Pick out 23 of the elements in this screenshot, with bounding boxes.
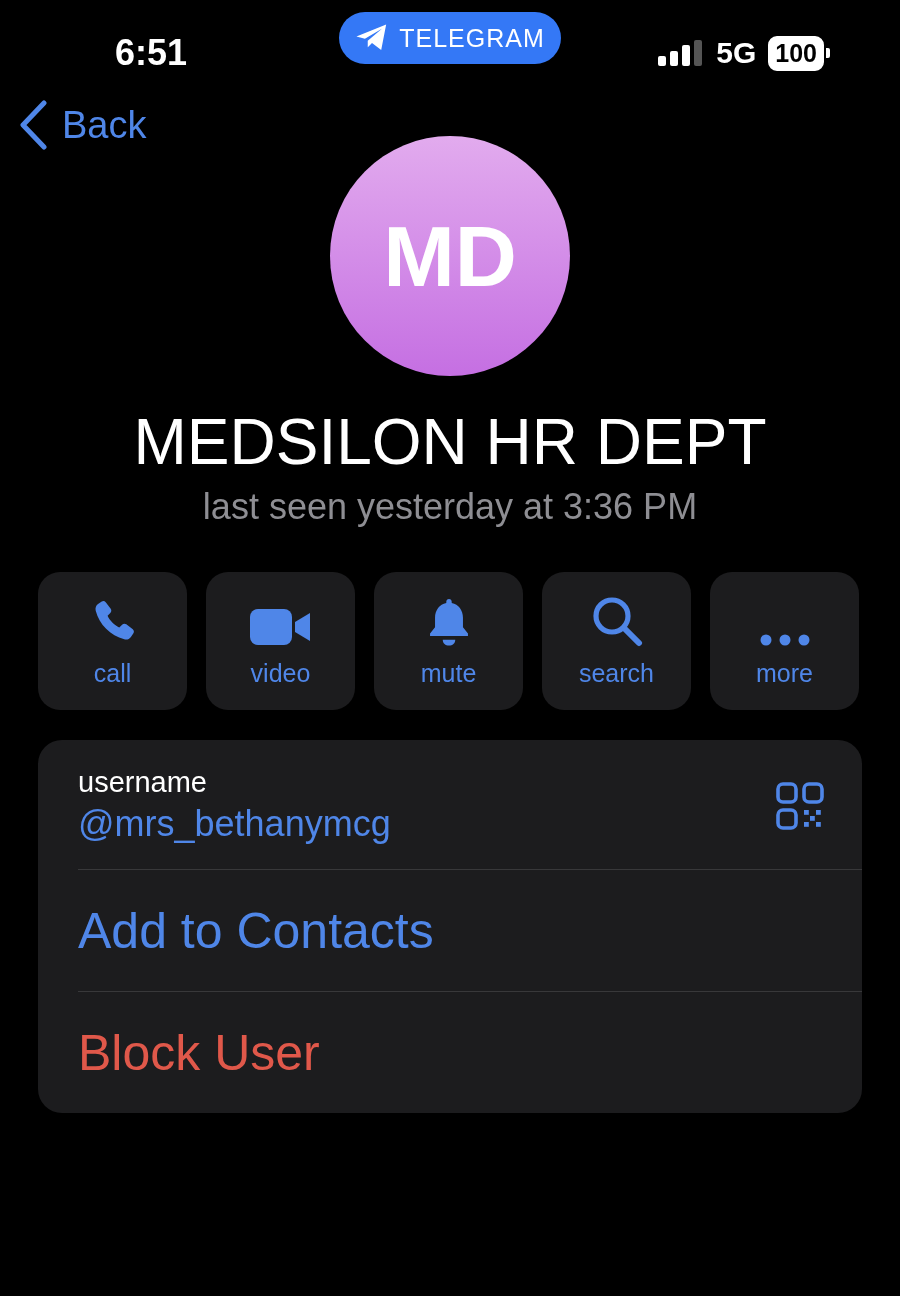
username-label: username [78,766,208,799]
network-label: 5G [716,36,757,70]
mute-action-button[interactable]: mute [374,572,523,710]
status-time: 6:51 [115,32,188,74]
chevron-left-icon [18,100,48,150]
video-camera-icon [249,607,312,647]
add-contact-button[interactable]: Add to Contacts [78,870,862,991]
signal-icon [658,40,705,66]
more-action-button[interactable]: more [710,572,859,710]
search-action-button[interactable]: search [542,572,691,710]
block-user-button[interactable]: Block User [78,992,862,1113]
avatar: MD [330,136,570,376]
qr-code-icon[interactable] [776,781,824,830]
battery-indicator: 100 [768,35,830,71]
call-action-button[interactable]: call [38,572,187,710]
back-button[interactable]: Back [18,100,147,150]
more-icon [758,633,811,647]
last-seen-status: last seen yesterday at 3:36 PM [202,486,698,528]
video-action-button[interactable]: video [206,572,355,710]
search-icon [590,595,643,647]
app-pill[interactable]: TELEGRAM [339,12,561,64]
username-link[interactable]: @mrs_bethanymcg [78,803,391,845]
contact-name: MEDSILON HR DEPT [133,405,767,480]
